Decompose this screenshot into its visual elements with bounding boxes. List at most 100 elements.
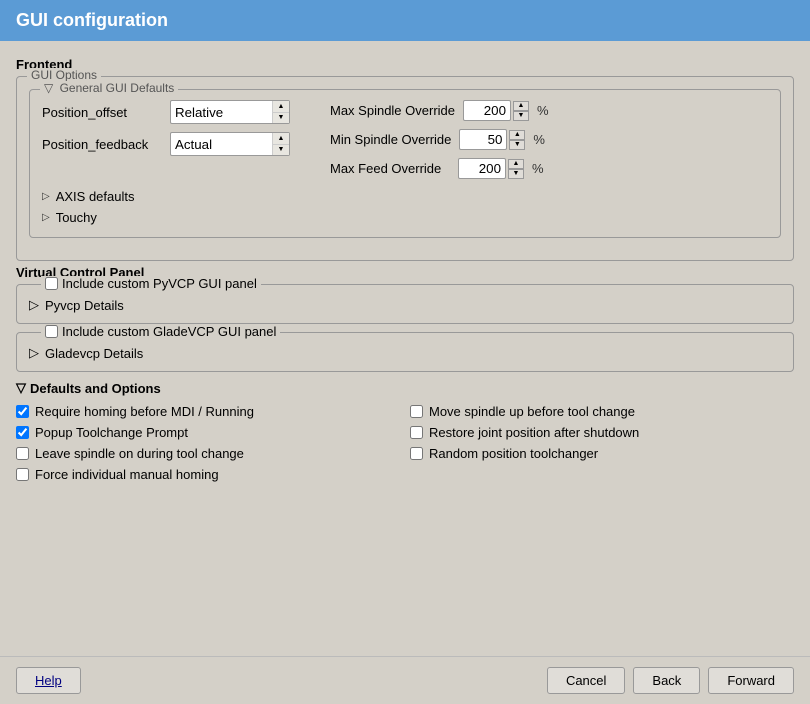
max-spindle-input[interactable]	[463, 100, 511, 121]
checkbox-row-6: Force individual manual homing	[16, 467, 400, 482]
position-feedback-row: Position_feedback Actual ▲ ▼	[42, 132, 290, 156]
min-spindle-label: Min Spindle Override	[330, 132, 451, 147]
max-feed-down[interactable]: ▼	[508, 169, 524, 179]
general-defaults-header: General GUI Defaults	[60, 81, 175, 95]
pyvcp-box: Include custom PyVCP GUI panel ▷ Pyvcp D…	[16, 284, 794, 324]
position-feedback-up[interactable]: ▲	[273, 133, 289, 145]
max-spindle-down[interactable]: ▼	[513, 111, 529, 121]
general-defaults-grid: Position_offset Relative ▲ ▼ Pos	[42, 100, 768, 179]
position-feedback-down[interactable]: ▼	[273, 145, 289, 156]
max-spindle-row: Max Spindle Override ▲ ▼ %	[330, 100, 549, 121]
checkbox-6[interactable]	[16, 468, 29, 481]
checkbox-row-1: Move spindle up before tool change	[410, 404, 794, 419]
gladevcp-checkbox[interactable]	[45, 325, 58, 338]
max-feed-label: Max Feed Override	[330, 161, 450, 176]
pyvcp-title: Include custom PyVCP GUI panel	[41, 276, 261, 291]
touchy-arrow: ▷	[42, 212, 50, 223]
checkbox-1[interactable]	[410, 405, 423, 418]
defaults-section: ▽ Defaults and Options Require homing be…	[16, 380, 794, 482]
min-spindle-spinbox: ▲ ▼	[459, 129, 525, 150]
axis-defaults-row[interactable]: ▷ AXIS defaults	[42, 189, 768, 204]
defaults-header: ▽ Defaults and Options	[16, 380, 794, 396]
virtual-cp-section: Virtual Control Panel Include custom PyV…	[16, 265, 794, 372]
frontend-label: Frontend	[16, 57, 794, 72]
pyvcp-details-arrow: ▷	[29, 297, 39, 313]
checkbox-row-0: Require homing before MDI / Running	[16, 404, 400, 419]
gui-options-box: GUI Options ▽ General GUI Defaults Posit…	[16, 76, 794, 261]
min-spindle-down[interactable]: ▼	[509, 140, 525, 150]
footer-right: Cancel Back Forward	[547, 667, 794, 694]
checkbox-4[interactable]	[16, 447, 29, 460]
checkbox-label-1: Move spindle up before tool change	[429, 404, 635, 419]
checkbox-5[interactable]	[410, 447, 423, 460]
right-col: Max Spindle Override ▲ ▼ % Min Spindle O…	[330, 100, 549, 179]
max-feed-spinbox: ▲ ▼	[458, 158, 524, 179]
max-spindle-label: Max Spindle Override	[330, 103, 455, 118]
forward-button[interactable]: Forward	[708, 667, 794, 694]
axis-defaults-arrow: ▷	[42, 191, 50, 202]
cancel-button[interactable]: Cancel	[547, 667, 625, 694]
collapse-arrow-general[interactable]: ▽	[44, 81, 53, 95]
position-offset-up[interactable]: ▲	[273, 101, 289, 113]
max-feed-up[interactable]: ▲	[508, 159, 524, 169]
min-spindle-row: Min Spindle Override ▲ ▼ %	[330, 129, 549, 150]
touchy-row[interactable]: ▷ Touchy	[42, 210, 768, 225]
position-feedback-select-wrapper[interactable]: Actual ▲ ▼	[170, 132, 290, 156]
pyvcp-details-row[interactable]: ▷ Pyvcp Details	[29, 297, 781, 313]
gladevcp-details-label: Gladevcp Details	[45, 346, 143, 361]
defaults-header-label: Defaults and Options	[30, 381, 161, 396]
gladevcp-title: Include custom GladeVCP GUI panel	[41, 324, 280, 339]
position-offset-label: Position_offset	[42, 105, 162, 120]
touchy-label: Touchy	[56, 210, 97, 225]
checkbox-row-2: Popup Toolchange Prompt	[16, 425, 400, 440]
checkbox-label-4: Leave spindle on during tool change	[35, 446, 244, 461]
help-button[interactable]: Help	[16, 667, 81, 694]
position-feedback-label: Position_feedback	[42, 137, 162, 152]
page-title: GUI configuration	[16, 10, 168, 30]
position-offset-down[interactable]: ▼	[273, 113, 289, 124]
checkbox-3[interactable]	[410, 426, 423, 439]
max-feed-unit: %	[532, 161, 544, 176]
pyvcp-checkbox[interactable]	[45, 277, 58, 290]
position-feedback-arrows[interactable]: ▲ ▼	[272, 133, 289, 155]
position-feedback-select[interactable]: Actual	[171, 133, 272, 155]
checkbox-row-4: Leave spindle on during tool change	[16, 446, 400, 461]
checkbox-row-5: Random position toolchanger	[410, 446, 794, 461]
defaults-collapse-arrow[interactable]: ▽	[16, 380, 26, 396]
checkbox-label-0: Require homing before MDI / Running	[35, 404, 254, 419]
gladevcp-group-label: Include custom GladeVCP GUI panel	[62, 324, 276, 339]
general-defaults-title: ▽ General GUI Defaults	[40, 81, 178, 95]
max-feed-input[interactable]	[458, 158, 506, 179]
max-feed-arrows: ▲ ▼	[508, 159, 524, 179]
max-spindle-arrows: ▲ ▼	[513, 101, 529, 121]
position-offset-arrows[interactable]: ▲ ▼	[272, 101, 289, 123]
min-spindle-arrows: ▲ ▼	[509, 130, 525, 150]
axis-defaults-label: AXIS defaults	[56, 189, 135, 204]
general-defaults-box: ▽ General GUI Defaults Position_offset R…	[29, 89, 781, 238]
gladevcp-details-row[interactable]: ▷ Gladevcp Details	[29, 345, 781, 361]
min-spindle-up[interactable]: ▲	[509, 130, 525, 140]
checkboxes-grid: Require homing before MDI / Running Move …	[16, 404, 794, 482]
pyvcp-details-label: Pyvcp Details	[45, 298, 124, 313]
gui-options-title: GUI Options	[27, 68, 101, 82]
left-col: Position_offset Relative ▲ ▼ Pos	[42, 100, 290, 179]
checkbox-label-6: Force individual manual homing	[35, 467, 219, 482]
min-spindle-input[interactable]	[459, 129, 507, 150]
checkbox-row-3: Restore joint position after shutdown	[410, 425, 794, 440]
position-offset-select[interactable]: Relative	[171, 101, 272, 123]
checkbox-2[interactable]	[16, 426, 29, 439]
gladevcp-details-arrow: ▷	[29, 345, 39, 361]
checkbox-label-3: Restore joint position after shutdown	[429, 425, 639, 440]
position-offset-row: Position_offset Relative ▲ ▼	[42, 100, 290, 124]
gladevcp-box: Include custom GladeVCP GUI panel ▷ Glad…	[16, 332, 794, 372]
position-offset-select-wrapper[interactable]: Relative ▲ ▼	[170, 100, 290, 124]
checkbox-label-5: Random position toolchanger	[429, 446, 598, 461]
back-button[interactable]: Back	[633, 667, 700, 694]
max-feed-row: Max Feed Override ▲ ▼ %	[330, 158, 549, 179]
max-spindle-up[interactable]: ▲	[513, 101, 529, 111]
footer: Help Cancel Back Forward	[0, 656, 810, 704]
main-content: Frontend GUI Options ▽ General GUI Defau…	[0, 41, 810, 656]
max-spindle-unit: %	[537, 103, 549, 118]
checkbox-0[interactable]	[16, 405, 29, 418]
max-spindle-spinbox: ▲ ▼	[463, 100, 529, 121]
